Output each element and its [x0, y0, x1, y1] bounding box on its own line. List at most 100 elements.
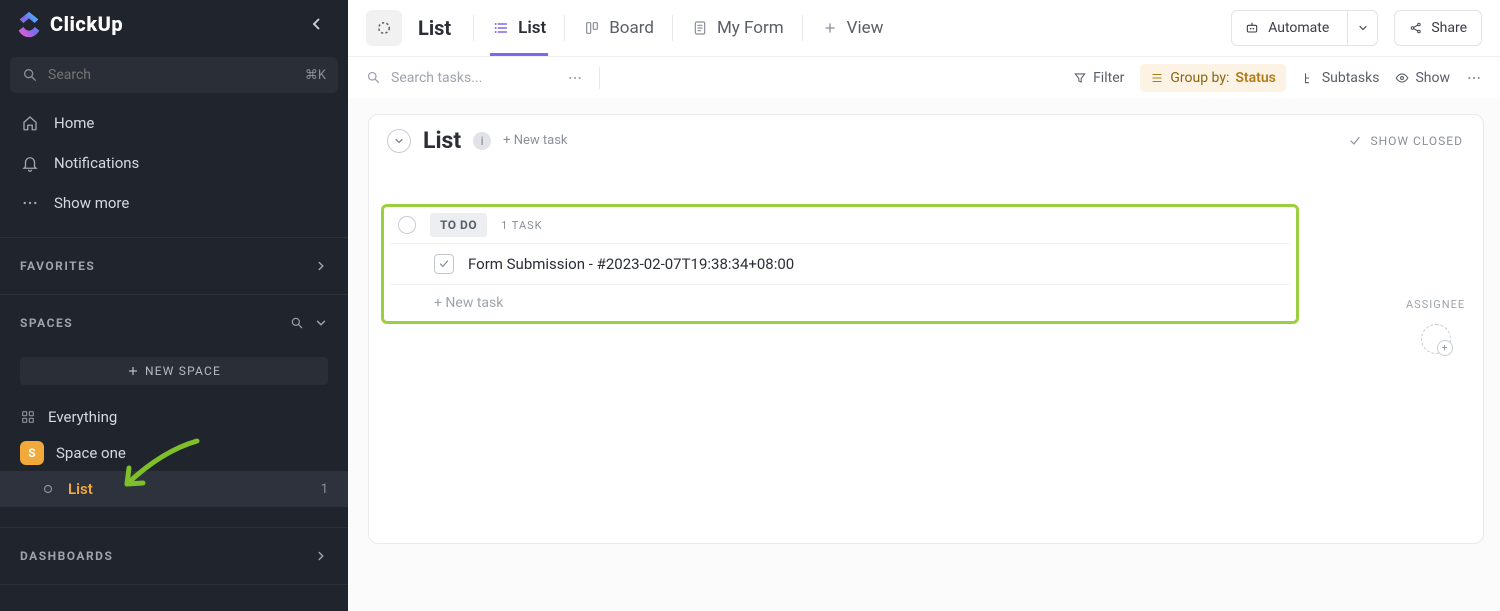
show-closed-button[interactable]: SHOW CLOSED: [1348, 134, 1463, 148]
nav-notifications-label: Notifications: [54, 154, 139, 172]
space-badge: S: [20, 441, 44, 465]
status-label[interactable]: TO DO: [430, 213, 487, 237]
new-space-button[interactable]: NEW SPACE: [20, 357, 328, 385]
group-by-label: Group by:: [1170, 70, 1229, 86]
subtasks-icon: [1302, 71, 1316, 85]
subtasks-label: Subtasks: [1322, 70, 1380, 86]
section-dashboards[interactable]: DASHBOARDS: [0, 528, 348, 584]
tab-view-label: View: [847, 18, 884, 38]
nav-home[interactable]: Home: [0, 103, 348, 143]
chevron-down-icon: [314, 316, 328, 330]
chevron-right-icon: [314, 259, 328, 273]
tree-list-count: 1: [321, 482, 328, 497]
tab-list-label: List: [518, 18, 546, 38]
automate-dropdown[interactable]: [1347, 11, 1377, 45]
task-search-input[interactable]: [391, 70, 551, 86]
info-icon[interactable]: i: [473, 132, 491, 150]
sidebar: ClickUp ⌘K Home Notifications Show more …: [0, 0, 348, 611]
search-options[interactable]: [567, 70, 583, 86]
tab-my-form[interactable]: My Form: [689, 0, 786, 56]
subtasks-button[interactable]: Subtasks: [1302, 70, 1380, 86]
bell-icon: [20, 153, 40, 173]
plus-icon: [127, 365, 139, 377]
task-search[interactable]: [366, 70, 551, 86]
nav-home-label: Home: [54, 114, 94, 132]
chevron-down-icon: [1357, 22, 1369, 34]
dots-icon: [1466, 70, 1482, 86]
chevron-left-icon: [308, 15, 326, 33]
tab-board[interactable]: Board: [581, 0, 656, 56]
plus-icon: [821, 19, 839, 37]
search-shortcut: ⌘K: [305, 68, 326, 83]
global-search-input[interactable]: [48, 67, 295, 83]
eye-icon: [1395, 71, 1409, 85]
show-label: Show: [1415, 70, 1450, 86]
nav-show-more[interactable]: Show more: [0, 183, 348, 223]
tree-list[interactable]: List 1: [0, 471, 348, 507]
status-count: 1 TASK: [501, 219, 542, 232]
filter-label: Filter: [1093, 70, 1124, 86]
list-view-icon: [492, 19, 510, 37]
home-icon: [20, 113, 40, 133]
automate-button[interactable]: Automate: [1231, 10, 1378, 46]
group-by-button[interactable]: Group by: Status: [1140, 64, 1285, 92]
col-assignee: ASSIGNEE: [1406, 290, 1465, 318]
nav-notifications[interactable]: Notifications: [0, 143, 348, 183]
status-toggle[interactable]: [398, 216, 416, 234]
status-group-todo: TO DO 1 TASK Form Submission - #2023-02-…: [381, 204, 1299, 324]
share-label: Share: [1431, 20, 1467, 36]
collapse-list-button[interactable]: [387, 129, 411, 153]
tab-board-label: Board: [609, 18, 654, 38]
automate-label: Automate: [1268, 20, 1329, 36]
list-header-icon[interactable]: [366, 10, 402, 46]
section-spaces[interactable]: SPACES: [0, 295, 348, 351]
tree-everything-label: Everything: [48, 408, 117, 426]
group-by-value: Status: [1235, 70, 1275, 86]
global-search[interactable]: ⌘K: [10, 57, 338, 93]
toolbar-more[interactable]: [1466, 70, 1482, 86]
check-icon: [1348, 134, 1362, 148]
toolbar: Filter Group by: Status Subtasks Show: [348, 56, 1500, 98]
assignee-add[interactable]: [1421, 324, 1451, 354]
nav-show-more-label: Show more: [54, 194, 129, 212]
header: List List Board My Form View Automate: [348, 0, 1500, 56]
logo[interactable]: ClickUp: [14, 9, 123, 39]
section-dashboards-label: DASHBOARDS: [20, 549, 113, 563]
chevron-right-icon: [314, 549, 328, 563]
collapse-sidebar-button[interactable]: [304, 11, 330, 37]
group-icon: [1150, 71, 1164, 85]
form-view-icon: [691, 19, 709, 37]
section-favorites[interactable]: FAVORITES: [0, 238, 348, 294]
tree-everything[interactable]: Everything: [0, 399, 348, 435]
tab-add-view[interactable]: View: [819, 0, 886, 56]
share-button[interactable]: Share: [1394, 10, 1482, 46]
add-task-button[interactable]: + New task: [390, 285, 1290, 311]
tab-my-form-label: My Form: [717, 18, 784, 38]
page-title: List: [418, 16, 457, 40]
list-panel: List i + New task SHOW CLOSED TO DO 1 TA…: [368, 114, 1484, 544]
task-row[interactable]: Form Submission - #2023-02-07T19:38:34+0…: [390, 243, 1290, 285]
search-icon: [22, 67, 38, 83]
list-panel-title: List: [423, 127, 461, 154]
chevron-down-icon: [393, 135, 405, 147]
tab-list[interactable]: List: [490, 0, 548, 56]
new-space-label: NEW SPACE: [145, 364, 221, 378]
share-icon: [1409, 21, 1423, 35]
section-spaces-label: SPACES: [20, 316, 73, 330]
tree-space-one[interactable]: S Space one: [0, 435, 348, 471]
logo-mark-icon: [14, 9, 44, 39]
spaces-search-icon[interactable]: [290, 316, 304, 330]
new-task-top[interactable]: + New task: [503, 133, 567, 148]
search-icon: [366, 70, 381, 85]
show-button[interactable]: Show: [1395, 70, 1450, 86]
task-name: Form Submission - #2023-02-07T19:38:34+0…: [468, 255, 794, 273]
dots-icon: [567, 70, 583, 86]
list-ring-icon: [40, 481, 56, 497]
robot-icon: [1244, 20, 1260, 36]
show-closed-label: SHOW CLOSED: [1370, 134, 1463, 148]
main: List List Board My Form View Automate: [348, 0, 1500, 611]
more-icon: [20, 193, 40, 213]
filter-button[interactable]: Filter: [1073, 70, 1124, 86]
filter-icon: [1073, 71, 1087, 85]
task-checkbox[interactable]: [434, 254, 454, 274]
